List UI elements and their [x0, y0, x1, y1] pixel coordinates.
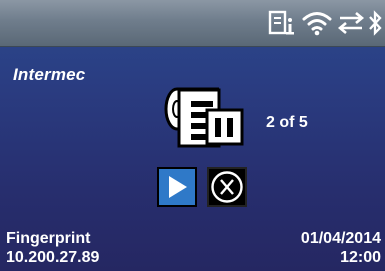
- ip-address: 10.200.27.89: [6, 249, 100, 266]
- play-icon[interactable]: [157, 167, 197, 207]
- printer-paused-icon: [164, 87, 244, 148]
- device-info: Fingerprint 10.200.27.89: [6, 229, 99, 267]
- status-bar: [0, 0, 385, 47]
- bluetooth-icon: [369, 10, 382, 36]
- date-label: 01/04/2014: [300, 230, 381, 247]
- date-time: 01/04/2014 12:00: [301, 229, 381, 267]
- print-job-count: 2 of 5: [266, 114, 308, 131]
- intermec-logo: Intermec: [13, 65, 86, 84]
- network-transfer-icon: [337, 12, 365, 34]
- cancel-x-icon[interactable]: [207, 167, 247, 207]
- printer-display: Intermec 2 of 5 Fingerprint 10.200.27.89: [0, 0, 385, 271]
- wifi-icon: [302, 12, 332, 36]
- app-name: Fingerprint: [6, 230, 91, 247]
- time-label: 12:00: [340, 249, 381, 266]
- sim-card-icon: [268, 10, 294, 35]
